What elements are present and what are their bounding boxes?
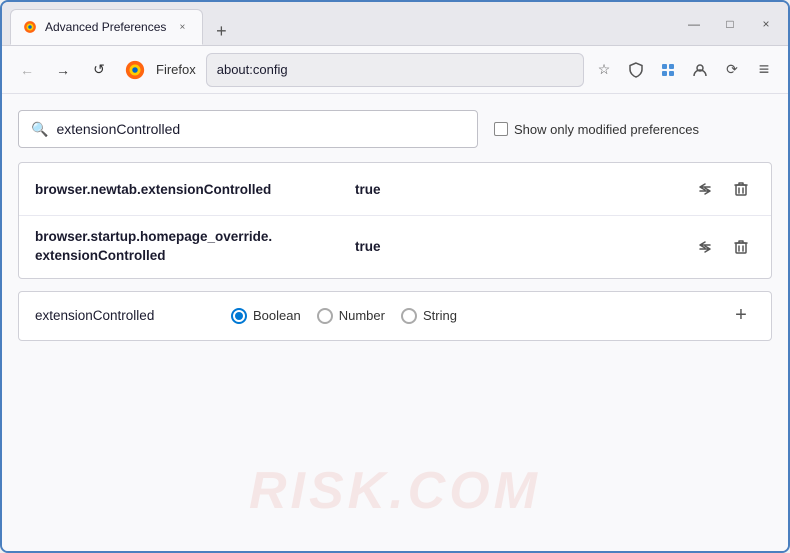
search-row: 🔍 Show only modified preferences <box>18 110 772 148</box>
add-preference-button[interactable]: + <box>727 302 755 330</box>
tab-title: Advanced Preferences <box>45 20 166 34</box>
boolean-radio-circle[interactable] <box>231 308 247 324</box>
maximize-button[interactable]: □ <box>716 10 744 38</box>
pref-actions-2 <box>691 233 755 261</box>
show-modified-label[interactable]: Show only modified preferences <box>494 122 699 137</box>
pref-actions-1 <box>691 175 755 203</box>
back-icon: ← <box>20 62 34 78</box>
reload-button[interactable]: ↺ <box>84 55 114 85</box>
reload-icon: ↺ <box>93 61 105 78</box>
forward-icon: → <box>56 62 70 78</box>
search-box[interactable]: 🔍 <box>18 110 478 148</box>
pref-name-2: browser.startup.homepage_override.extens… <box>35 228 355 266</box>
number-radio[interactable]: Number <box>317 308 385 324</box>
browser-window: Advanced Preferences × + — □ × ← → ↺ Fir… <box>0 0 790 553</box>
close-button[interactable]: × <box>752 10 780 38</box>
window-controls: — □ × <box>680 10 780 38</box>
firefox-logo-icon <box>124 59 146 81</box>
extension-icon[interactable] <box>654 56 682 84</box>
pref-name-1: browser.newtab.extensionControlled <box>35 182 355 197</box>
tab-favicon <box>23 20 37 34</box>
new-pref-name: extensionControlled <box>35 308 215 323</box>
pref-value-2: true <box>355 239 691 254</box>
preferences-table: browser.newtab.extensionControlled true <box>18 162 772 279</box>
bookmark-icon[interactable]: ☆ <box>590 56 618 84</box>
string-radio-circle[interactable] <box>401 308 417 324</box>
profile-icon[interactable] <box>686 56 714 84</box>
browser-name-label: Firefox <box>156 62 196 77</box>
active-tab[interactable]: Advanced Preferences × <box>10 9 203 45</box>
tab-area: Advanced Preferences × + <box>10 2 680 45</box>
table-row: browser.startup.homepage_override.extens… <box>19 216 771 278</box>
back-button[interactable]: ← <box>12 55 42 85</box>
reset-button-2[interactable] <box>691 233 719 261</box>
table-row: browser.newtab.extensionControlled true <box>19 163 771 216</box>
number-radio-circle[interactable] <box>317 308 333 324</box>
title-bar: Advanced Preferences × + — □ × <box>2 2 788 46</box>
address-bar[interactable]: about:config <box>206 53 584 87</box>
string-radio[interactable]: String <box>401 308 457 324</box>
boolean-label: Boolean <box>253 308 301 323</box>
boolean-radio[interactable]: Boolean <box>231 308 301 324</box>
show-modified-checkbox[interactable] <box>494 122 508 136</box>
nav-bar: ← → ↺ Firefox about:config ☆ <box>2 46 788 94</box>
show-modified-text: Show only modified preferences <box>514 122 699 137</box>
new-preference-row: extensionControlled Boolean Number Strin… <box>18 291 772 341</box>
forward-button[interactable]: → <box>48 55 78 85</box>
minimize-button[interactable]: — <box>680 10 708 38</box>
string-label: String <box>423 308 457 323</box>
nav-icons-right: ☆ ⟳ ≡ <box>590 56 778 84</box>
sync-icon[interactable]: ⟳ <box>718 56 746 84</box>
shield-icon[interactable] <box>622 56 650 84</box>
reset-button-1[interactable] <box>691 175 719 203</box>
menu-icon[interactable]: ≡ <box>750 56 778 84</box>
number-label: Number <box>339 308 385 323</box>
delete-button-2[interactable] <box>727 233 755 261</box>
search-icon: 🔍 <box>31 121 48 138</box>
main-content: RISK.COM 🔍 Show only modified preference… <box>2 94 788 551</box>
type-radio-group: Boolean Number String <box>231 308 711 324</box>
search-input[interactable] <box>56 121 465 137</box>
address-text: about:config <box>217 62 573 77</box>
delete-button-1[interactable] <box>727 175 755 203</box>
new-tab-button[interactable]: + <box>207 17 235 45</box>
watermark: RISK.COM <box>249 461 541 521</box>
pref-value-1: true <box>355 182 691 197</box>
tab-close-button[interactable]: × <box>174 19 190 35</box>
